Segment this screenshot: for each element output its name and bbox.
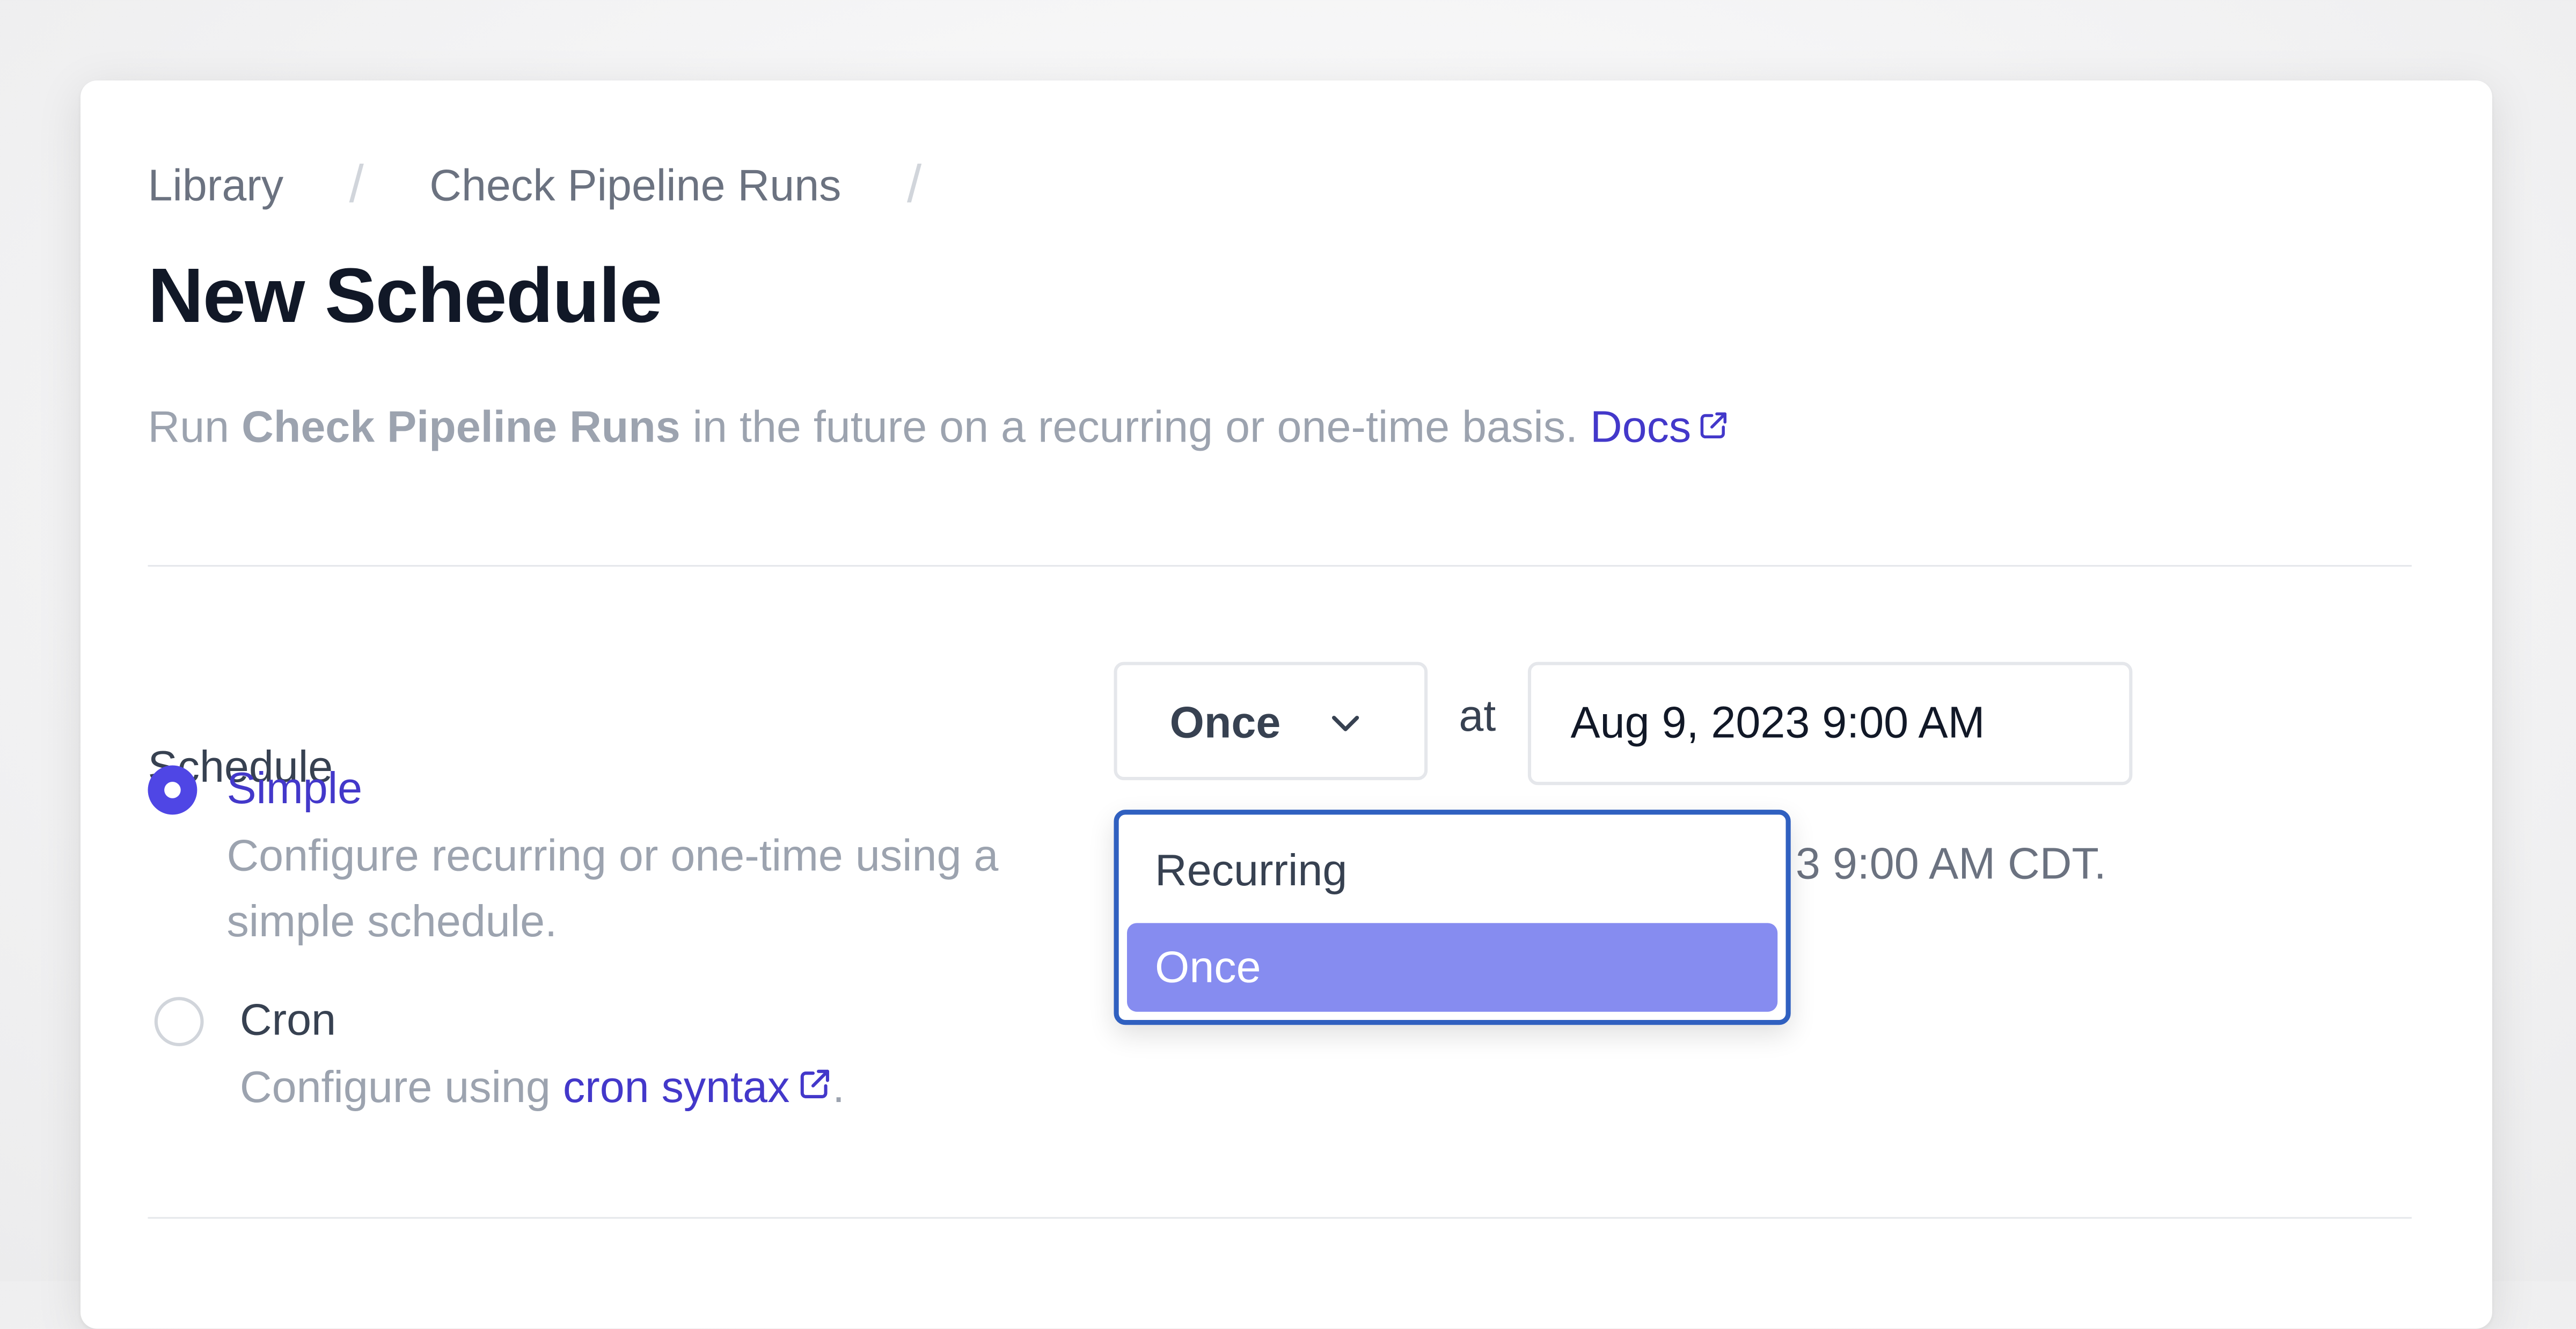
- external-link-icon: [1701, 412, 1728, 439]
- datetime-input[interactable]: [1527, 662, 2133, 785]
- breadcrumb-separator: /: [349, 154, 364, 214]
- description-prefix: Run: [148, 402, 242, 452]
- simple-option-title[interactable]: Simple: [226, 763, 362, 814]
- cron-description-prefix: Configure using: [239, 1062, 563, 1112]
- frequency-dropdown: Recurring Once: [1114, 810, 1791, 1025]
- dropdown-option-once[interactable]: Once: [1126, 923, 1778, 1012]
- breadcrumb: Library / Check Pipeline Runs /: [148, 153, 987, 214]
- description-suffix: in the future on a recurring or one-time…: [680, 402, 1590, 452]
- chevron-down-icon: [1332, 716, 1359, 731]
- at-label: at: [1459, 691, 1496, 741]
- description-flow-name: Check Pipeline Runs: [241, 402, 680, 452]
- cron-syntax-link[interactable]: cron syntax: [563, 1063, 832, 1112]
- breadcrumb-item-library[interactable]: Library: [148, 161, 284, 210]
- docs-link[interactable]: Docs: [1590, 402, 1731, 452]
- simple-option-description: Configure recurring or one-time using a …: [226, 831, 999, 946]
- cron-syntax-link-label: cron syntax: [562, 1062, 790, 1112]
- page-title: New Schedule: [148, 251, 663, 339]
- breadcrumb-item-check-pipeline-runs[interactable]: Check Pipeline Runs: [429, 161, 841, 210]
- frequency-select-value: Once: [1169, 698, 1281, 747]
- cron-option-description: Configure using cron syntax.: [240, 1054, 845, 1120]
- frequency-select[interactable]: Once: [1114, 662, 1428, 781]
- docs-link-label: Docs: [1590, 402, 1692, 452]
- section-divider: [148, 565, 2412, 567]
- external-link-icon: [800, 1069, 829, 1098]
- breadcrumb-separator: /: [906, 154, 922, 214]
- section-divider-bottom: [148, 1217, 2412, 1219]
- dropdown-option-recurring[interactable]: Recurring: [1127, 826, 1777, 915]
- page-description: Run Check Pipeline Runs in the future on…: [148, 402, 1731, 453]
- schedule-card: Library / Check Pipeline Runs / New Schedul…: [80, 80, 2492, 1329]
- cron-option-title[interactable]: Cron: [240, 995, 336, 1046]
- simple-radio[interactable]: [148, 765, 197, 815]
- cron-radio[interactable]: [154, 997, 204, 1046]
- stage: Library / Check Pipeline Runs / New Schedul…: [0, 0, 2576, 1329]
- cron-description-suffix: .: [832, 1062, 845, 1112]
- schedule-hint-text: 3 9:00 AM CDT.: [1795, 839, 2106, 889]
